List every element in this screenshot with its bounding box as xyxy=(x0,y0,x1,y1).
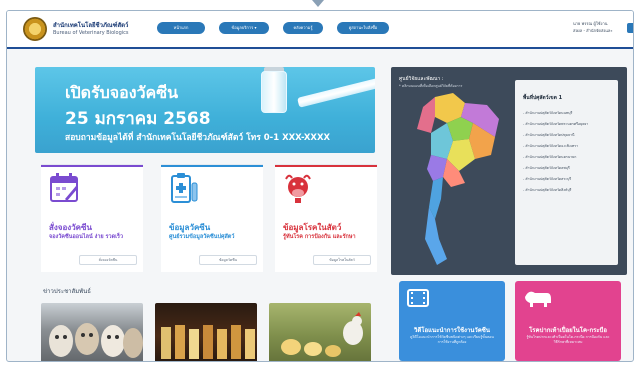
banner-headline: เปิดรับจองวัคซีน xyxy=(65,83,179,102)
region-list-item[interactable]: - สำนักงานปศุสัตว์จังหวัดนนทบุรี xyxy=(523,110,572,116)
region-list: พื้นที่ปศุสัตว์เขต 1 - สำนักงานปศุสัตว์จ… xyxy=(515,80,618,265)
org-logo[interactable] xyxy=(23,17,47,41)
calendar-icon xyxy=(50,173,78,202)
tile-title: วิดีโอแนะนำการใช้งานวัคซีน xyxy=(414,327,490,334)
org-name-thai: สำนักเทคโนโลยีชีวภัณฑ์สัตว์ xyxy=(53,22,129,29)
vaccine-vial-icon xyxy=(261,71,287,113)
card-accent-bar xyxy=(161,165,263,167)
region-list-item[interactable]: - สำนักงานปศุสัตว์จังหวัดสระบุรี xyxy=(523,176,571,182)
book-vaccine-button[interactable]: สั่งจองวัคซีน xyxy=(79,255,137,265)
tile-subtitle: รู้ทันโรคปากและเท้าเปื่อยในโค-กระบือ การ… xyxy=(526,335,610,344)
menu-toggle[interactable] xyxy=(627,23,633,33)
org-name-english: Bureau of Veterinary Biologics xyxy=(53,30,129,36)
nav-services[interactable]: ข้อมูลบริการ ▾ xyxy=(219,22,269,34)
animal-disease-button[interactable]: ข้อมูลโรคในสัตว์ xyxy=(313,255,371,265)
nav-knowledge[interactable]: คลังความรู้ xyxy=(283,22,323,34)
card-vaccine-booking[interactable]: สั่งจองวัคซีน จองวัคซีนออนไลน์ ง่าย รวดเ… xyxy=(41,164,143,272)
clipboard-icon xyxy=(171,173,198,203)
region-list-item[interactable]: - สำนักงานปศุสัตว์จังหวัดลพบุรี xyxy=(523,165,570,171)
tile-title: โรคปากเท้าเปื่อยในโค-กระบือ xyxy=(529,327,607,334)
top-pointer-icon xyxy=(312,0,324,7)
cattle-photo-icon xyxy=(49,323,143,358)
user-info[interactable]: นาย พรรณ ผู้ใช้งาน ส่งผล - สำนักจัดส่งแล… xyxy=(573,20,613,34)
vaccine-banner[interactable]: เปิดรับจองวัคซีน 25 มกราคม 2568 สอบถามข้… xyxy=(35,67,375,153)
site-header: สำนักเทคโนโลยีชีวภัณฑ์สัตว์ Bureau of Ve… xyxy=(7,11,633,49)
tile-fmd[interactable]: โรคปากเท้าเปื่อยในโค-กระบือ รู้ทันโรคปาก… xyxy=(515,281,621,361)
cow-icon xyxy=(285,174,311,203)
card-subtitle: จองวัคซีนออนไลน์ ง่าย รวดเร็ว xyxy=(49,234,124,240)
buffalo-icon xyxy=(525,291,551,307)
tile-subtitle: ดูวิดีโอแนะนำการใช้วัคซีนชนิดต่างๆ และเร… xyxy=(410,335,494,344)
map-title: ศูนย์วิจัยและพัฒนา : xyxy=(399,76,444,82)
region-list-item[interactable]: - สำนักงานปศุสัตว์จังหวัดสิงห์บุรี xyxy=(523,187,571,193)
tile-vaccine-video[interactable]: วิดีโอแนะนำการใช้งานวัคซีน ดูวิดีโอแนะนำ… xyxy=(399,281,505,361)
vials-photo-icon xyxy=(161,325,255,359)
news-image-chickens[interactable] xyxy=(269,303,371,361)
map-region-north-2[interactable] xyxy=(417,97,435,133)
region-list-item[interactable]: - สำนักงานปศุสัตว์จังหวัดนครนายก xyxy=(523,154,576,160)
card-accent-bar xyxy=(41,165,143,167)
region-list-item[interactable]: - สำนักงานปศุสัตว์จังหวัดฉะเชิงเทรา xyxy=(523,143,578,149)
card-animal-disease[interactable]: ข้อมูลโรคในสัตว์ รู้ทันโรค การป้องกัน แล… xyxy=(275,164,377,272)
banner-contact: สอบถามข้อมูลได้ที่ สำนักเทคโนโลยีชีวภัณฑ… xyxy=(65,133,331,143)
region-list-title: พื้นที่ปศุสัตว์เขต 1 xyxy=(523,95,563,101)
vaccine-info-button[interactable]: ข้อมูลวัคซีน xyxy=(199,255,257,265)
news-heading: ข่าวประชาสัมพันธ์ xyxy=(43,288,91,295)
news-image-vials[interactable] xyxy=(155,303,257,361)
card-vaccine-info[interactable]: ข้อมูลวัคซีน ศูนย์รวมข้อมูลวัคซีนปศุสัตว… xyxy=(161,164,263,272)
nav-home[interactable]: หน้าแรก xyxy=(157,22,205,34)
region-list-item[interactable]: - สำนักงานปศุสัตว์จังหวัดปทุมธานี xyxy=(523,132,575,138)
news-image-cattle[interactable] xyxy=(41,303,143,361)
thailand-map[interactable] xyxy=(395,89,511,275)
card-subtitle: ศูนย์รวมข้อมูลวัคซีนปศุสัตว์ xyxy=(169,234,235,240)
main-nav: หน้าแรก ข้อมูลบริการ ▾ คลังความรู้ ดูสถา… xyxy=(157,22,389,34)
user-name: นาย พรรณ ผู้ใช้งาน xyxy=(573,21,608,26)
chickens-photo-icon xyxy=(281,312,363,357)
region-map-panel: ศูนย์วิจัยและพัฒนา : * คลิกบนแผนที่เพื่อ… xyxy=(391,67,627,275)
card-subtitle: รู้ทันโรค การป้องกัน และรักษา xyxy=(283,234,356,240)
map-region-south-2[interactable] xyxy=(425,207,447,265)
browser-frame: สำนักเทคโนโลยีชีวภัณฑ์สัตว์ Bureau of Ve… xyxy=(6,10,634,362)
nav-order-status[interactable]: ดูสถานะใบสั่งซื้อ xyxy=(337,22,389,34)
syringe-icon xyxy=(297,76,375,108)
banner-date: 25 มกราคม 2568 xyxy=(65,109,211,129)
card-accent-bar xyxy=(275,165,377,167)
user-department: ส่งผล - สำนักจัดส่งและ xyxy=(573,28,613,33)
film-icon xyxy=(407,289,429,307)
region-list-item[interactable]: - สำนักงานปศุสัตว์จังหวัดพระนครศรีอยุธยา xyxy=(523,121,588,127)
